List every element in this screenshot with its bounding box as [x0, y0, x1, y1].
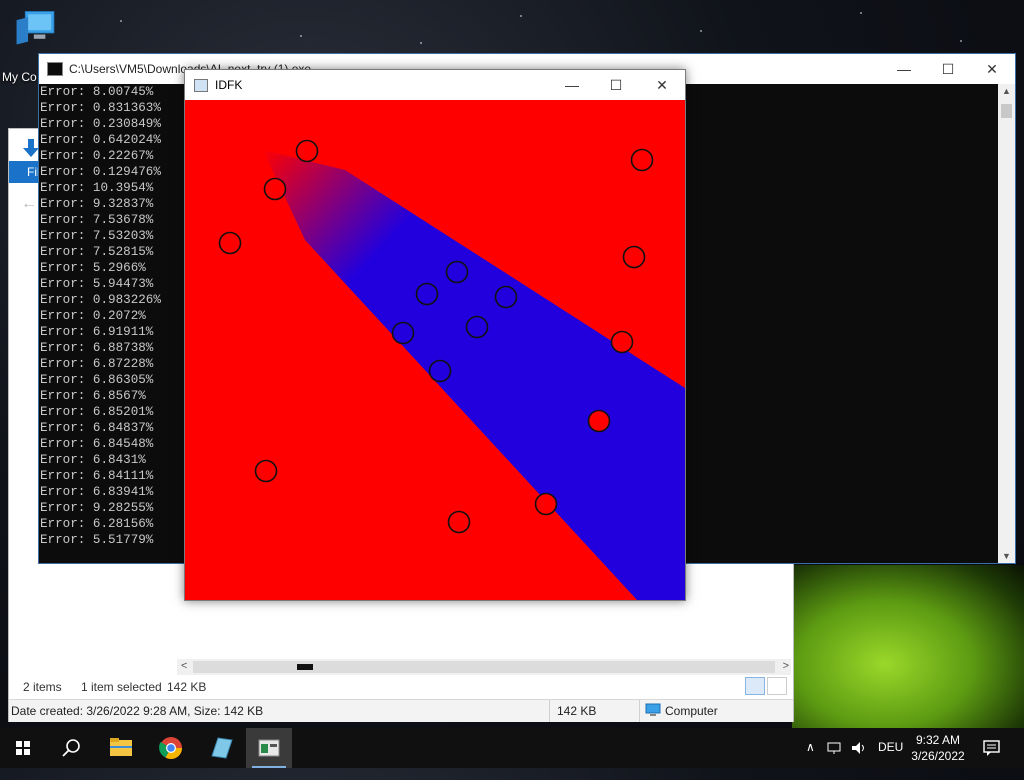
data-point-red [295, 139, 319, 163]
classification-canvas [185, 100, 685, 600]
details-size: 142 KB [557, 704, 597, 718]
window-app-icon [194, 79, 208, 92]
volume-icon[interactable] [850, 740, 868, 756]
scroll-right-icon[interactable]: > [783, 660, 789, 672]
chrome-taskbar-button[interactable] [148, 728, 194, 768]
horizontal-scrollbar[interactable]: < > [177, 659, 791, 675]
search-icon [62, 739, 80, 757]
data-point-blue [494, 285, 518, 309]
scroll-up-icon[interactable]: ▲ [1002, 86, 1011, 96]
scroll-left-icon[interactable]: < [181, 660, 187, 672]
large-icons-view-icon[interactable] [767, 677, 787, 695]
clock[interactable]: 9:32 AM 3/26/2022 [910, 732, 966, 772]
scroll-down-icon[interactable]: ▼ [1002, 551, 1011, 561]
taskbar: ∧ DEU 9:32 AM 3/26/2022 [0, 728, 1024, 768]
minimize-button[interactable]: — [881, 54, 927, 84]
windows-logo-icon [16, 741, 30, 755]
console-app-taskbar-button[interactable] [246, 728, 292, 768]
status-item-count: 2 items [23, 680, 62, 694]
computer-icon [645, 703, 661, 716]
maximize-button[interactable]: ☐ [925, 54, 971, 84]
ribbon-file-tab[interactable]: Fil [9, 161, 41, 183]
data-point-blue [391, 321, 415, 345]
data-point-red [534, 492, 558, 516]
file-explorer-taskbar-button[interactable] [98, 728, 144, 768]
computer-icon [16, 11, 55, 45]
clock-time: 9:32 AM [915, 733, 961, 747]
data-point-red [218, 231, 242, 255]
clock-date: 3/26/2022 [911, 749, 965, 763]
status-selected: 1 item selected [81, 680, 162, 694]
data-point-red [630, 148, 654, 172]
wallpaper-tent [792, 565, 1024, 730]
close-button[interactable]: ✕ [969, 54, 1015, 84]
data-point-red [587, 409, 611, 433]
idfk-window[interactable]: IDFK — ☐ ✕ [184, 69, 686, 601]
data-point-red [447, 510, 471, 534]
language-indicator[interactable]: DEU [878, 740, 903, 780]
details-text: Date created: 3/26/2022 9:28 AM, Size: 1… [11, 704, 264, 718]
data-point-red [622, 245, 646, 269]
notification-icon[interactable] [982, 739, 1002, 757]
data-point-blue [415, 282, 439, 306]
data-point-red [263, 177, 287, 201]
idfk-title: IDFK [215, 78, 243, 92]
console-app-icon [258, 739, 280, 757]
idfk-title-bar[interactable]: IDFK — ☐ ✕ [185, 70, 685, 100]
search-button[interactable] [48, 728, 94, 768]
details-view-icon[interactable] [745, 677, 765, 695]
data-point-blue [445, 260, 469, 284]
scroll-thumb[interactable] [297, 664, 313, 670]
scroll-thumb[interactable] [1001, 104, 1012, 118]
details-location: Computer [665, 704, 718, 718]
status-bar: 2 items 1 item selected 142 KB [9, 677, 793, 697]
data-point-blue [428, 359, 452, 383]
back-arrow-icon[interactable]: ← [21, 195, 37, 213]
scroll-track[interactable] [193, 661, 775, 673]
desktop-icon-my-computer[interactable]: My Co [2, 10, 72, 84]
notepad-icon [211, 737, 233, 759]
close-button[interactable]: ✕ [639, 70, 685, 100]
vertical-scrollbar[interactable]: ▲ ▼ [998, 84, 1015, 563]
notepad-taskbar-button[interactable] [198, 728, 244, 768]
folder-icon [110, 738, 132, 756]
status-size: 142 KB [167, 680, 207, 694]
network-icon[interactable] [826, 740, 844, 756]
chrome-icon [159, 737, 182, 759]
data-point-blue [465, 315, 489, 339]
data-point-red [254, 459, 278, 483]
desktop-icon-label: My Co [2, 70, 37, 84]
maximize-button[interactable]: ☐ [593, 70, 639, 100]
show-hidden-icons-icon[interactable]: ∧ [806, 740, 815, 780]
start-button[interactable] [0, 728, 46, 768]
data-point-red [610, 330, 634, 354]
console-app-icon [47, 62, 63, 76]
minimize-button[interactable]: — [549, 70, 595, 100]
details-bar: Date created: 3/26/2022 9:28 AM, Size: 1… [9, 699, 793, 722]
